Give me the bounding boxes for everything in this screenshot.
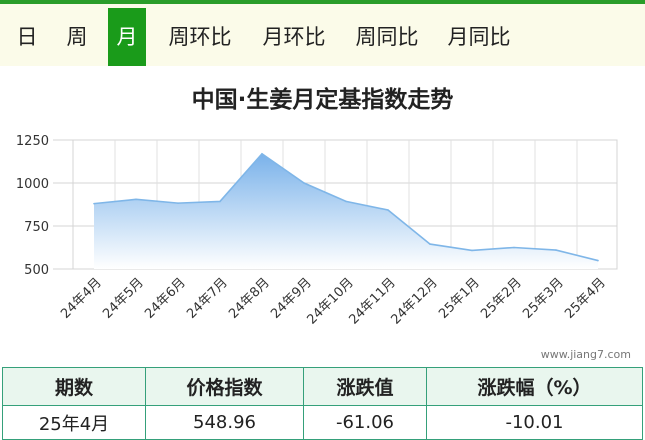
x-tick-label: 24年8月 (226, 275, 273, 322)
data-point (177, 202, 179, 204)
header-price-index: 价格指数 (145, 367, 304, 406)
y-tick-label: 1250 (16, 134, 49, 149)
tab-week-on-week[interactable]: 周环比 (160, 8, 240, 66)
header-period: 期数 (2, 367, 146, 406)
table-header-row: 期数 价格指数 涨跌值 涨跌幅（%） (2, 367, 643, 406)
watermark: www.jiang7.com (540, 348, 631, 361)
x-tick-label: 24年4月 (58, 275, 105, 322)
data-point (261, 152, 263, 155)
area-fill (94, 153, 598, 269)
data-point (219, 200, 221, 203)
x-tick-label: 24年12月 (388, 275, 440, 327)
data-point (387, 209, 389, 211)
chart-title: 中国·生姜月定基指数走势 (191, 87, 454, 113)
data-point (93, 202, 95, 205)
header-change-value: 涨跌值 (303, 367, 427, 406)
cell-change-percent: -10.01 (426, 405, 643, 440)
x-tick-label: 25年3月 (520, 275, 567, 322)
tab-month-on-month[interactable]: 月环比 (254, 8, 334, 66)
y-tick-label: 750 (24, 220, 49, 235)
tab-day[interactable]: 日 (6, 8, 48, 66)
header-change-percent: 涨跌幅（%） (426, 367, 643, 406)
cell-period: 25年4月 (2, 405, 146, 440)
data-point (345, 200, 347, 203)
data-point (303, 182, 305, 184)
cell-change-value: -61.06 (303, 405, 427, 440)
cell-price-index: 548.96 (145, 405, 304, 440)
data-point (471, 249, 473, 252)
table-row: 25年4月 548.96 -61.06 -10.01 (2, 405, 643, 440)
x-tick-label: 25年4月 (562, 275, 609, 322)
data-point (513, 246, 515, 249)
tab-week-year-on-year[interactable]: 周同比 (347, 8, 427, 66)
x-tick-label: 24年5月 (100, 275, 147, 322)
data-point (555, 249, 557, 251)
period-tab-bar: 日 周 月 周环比 月环比 周同比 月同比 (0, 0, 645, 66)
tab-month-year-on-year[interactable]: 月同比 (439, 8, 519, 66)
y-tick-label: 1000 (16, 177, 49, 192)
x-tick-label: 24年6月 (142, 275, 189, 322)
data-point (429, 243, 431, 245)
tab-week[interactable]: 周 (56, 8, 98, 66)
x-tick-label: 25年2月 (478, 275, 525, 322)
x-tick-label: 25年1月 (436, 275, 483, 322)
summary-table: 期数 价格指数 涨跌值 涨跌幅（%） 25年4月 548.96 -61.06 -… (2, 367, 643, 440)
area-chart: 500 750 1000 1250 24年4月24年5月24年6月24年7月24年8月 2… (16, 134, 618, 328)
tab-month[interactable]: 月 (108, 8, 146, 66)
data-point (597, 259, 599, 262)
y-tick-label: 500 (24, 263, 49, 278)
x-tick-label: 24年7月 (184, 275, 231, 322)
data-point (135, 198, 137, 201)
